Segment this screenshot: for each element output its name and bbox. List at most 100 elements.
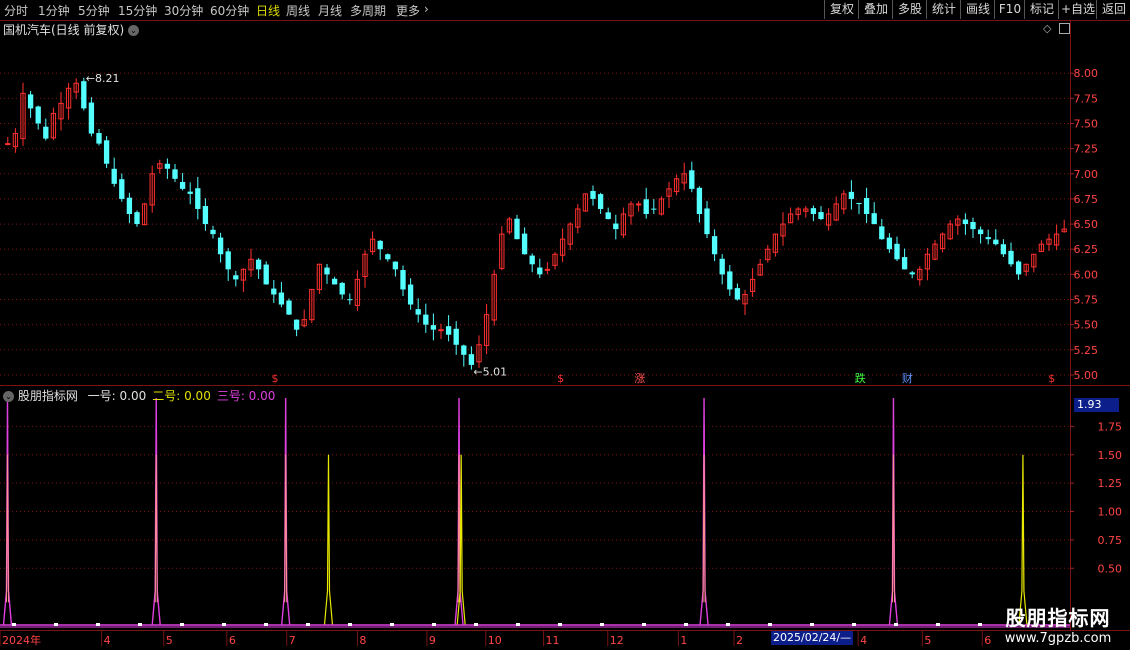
candle-body (377, 240, 383, 250)
candle-body (970, 221, 976, 230)
baseline-dot (810, 623, 814, 626)
panel-toggle-icon[interactable] (1059, 23, 1070, 34)
candle-body (635, 203, 642, 206)
event-marker: 财 (902, 371, 913, 385)
x-axis-label: 5 (166, 634, 173, 647)
x-axis-label: 5 (924, 634, 931, 647)
candle-body (461, 345, 467, 355)
candle-body (651, 208, 657, 210)
baseline-dot (12, 623, 16, 626)
main-y-tick-label: 5.00 (1074, 369, 1099, 382)
x-axis-label: 12 (610, 634, 624, 647)
baseline-dot (726, 623, 730, 626)
main-y-tick-label: 7.75 (1074, 92, 1099, 105)
candle-body (993, 239, 999, 245)
candle-body (468, 354, 475, 365)
candle-body (339, 282, 345, 295)
candle-body (27, 94, 34, 109)
indicator-value-0: 一号: 0.00 (87, 389, 147, 403)
candle-body (856, 202, 862, 204)
indicator-values: 一号: 0.00 二号: 0.00 三号: 0.00 (82, 389, 276, 403)
main-chart-title[interactable]: 国机汽车(日线 前复权) ⌄ (3, 21, 140, 38)
event-marker: 涨 (634, 372, 645, 385)
candle-body (719, 258, 725, 275)
x-axis-label: 4 (104, 634, 111, 647)
indicator-value-1: 二号: 0.00 (152, 389, 211, 403)
high-annotation: ←8.21 (86, 72, 120, 85)
candle-body (985, 237, 991, 240)
candle-body (263, 264, 269, 285)
candle-body (111, 168, 117, 184)
candle-body (210, 229, 216, 235)
x-axis-label: 6 (229, 634, 236, 647)
baseline-dot (264, 623, 268, 626)
indicator-title[interactable]: 股朋指标网 (18, 389, 78, 403)
baseline-dot (474, 623, 478, 626)
baseline-dot (180, 623, 184, 626)
x-axis-label: 10 (488, 634, 502, 647)
ind-y-tick-label: 1.75 (1098, 420, 1123, 433)
main-y-tick-label: 8.00 (1074, 67, 1099, 80)
candle-body (400, 270, 406, 290)
candle-body (164, 163, 171, 169)
candle-body (977, 229, 984, 235)
main-y-tick-label: 6.25 (1074, 243, 1099, 256)
candle-body (727, 271, 733, 290)
watermark: 股朋指标网 www.7gpzb.com (992, 602, 1124, 646)
candle-body (324, 267, 330, 275)
low-annotation: ←5.01 (473, 366, 507, 379)
x-axis-label: 1 (680, 634, 687, 647)
candle-body (392, 261, 399, 270)
event-marker: 跌 (855, 371, 866, 385)
event-marker: $ (557, 372, 564, 385)
x-axis-label: 11 (546, 634, 560, 647)
candle-body (233, 275, 239, 280)
ind-y-tick-label: 0.75 (1098, 534, 1123, 547)
candle-body (879, 226, 885, 240)
candle-body (689, 170, 695, 189)
candle-body (134, 212, 140, 225)
candle-body (529, 255, 535, 265)
main-y-tick-label: 5.50 (1074, 319, 1099, 332)
crosshair-date-badge: 2025/02/24/— (771, 631, 854, 645)
candle-body (179, 181, 186, 189)
baseline-dot (432, 623, 436, 626)
x-axis-label: 2024年 (2, 633, 41, 647)
baseline-dot (936, 623, 940, 626)
baseline-dot (222, 623, 226, 626)
candle-body (217, 237, 224, 255)
baseline-dot (852, 623, 856, 626)
candle-body (901, 257, 908, 270)
candle-body (871, 213, 877, 225)
baseline-dot (978, 623, 982, 626)
candle-body (597, 194, 604, 209)
x-axis-label: 8 (359, 634, 366, 647)
baseline-dot (600, 623, 604, 626)
candle-body (1015, 261, 1022, 275)
chevron-down-icon[interactable]: ⌄ (3, 391, 14, 402)
candle-body (96, 132, 102, 144)
chevron-down-icon[interactable]: ⌄ (128, 25, 140, 36)
main-y-tick-label: 6.75 (1074, 193, 1099, 206)
indicator-header: ⌄ 股朋指标网 一号: 0.00 二号: 0.00 三号: 0.00 (3, 387, 275, 404)
ind-y-tick-label: 1.50 (1098, 449, 1123, 462)
candle-body (225, 251, 231, 270)
candle-body (848, 191, 855, 199)
candle-body (88, 102, 95, 134)
candle-body (423, 314, 429, 325)
candle-body (537, 267, 543, 275)
baseline-dot (306, 623, 310, 626)
candle-body (863, 197, 870, 215)
baseline-dot (54, 623, 58, 626)
candle-body (1000, 244, 1007, 255)
main-y-tick-label: 6.00 (1074, 268, 1099, 281)
candle-body (331, 278, 338, 285)
candle-body (278, 292, 285, 305)
candle-body (704, 208, 710, 235)
ind-y-tick-label: 1.00 (1098, 506, 1123, 519)
x-axis-label: 6 (984, 634, 991, 647)
diamond-icon[interactable]: ◇ (1043, 22, 1051, 35)
baseline-dot (390, 623, 394, 626)
candle-body (407, 284, 414, 305)
candle-body (347, 299, 353, 301)
